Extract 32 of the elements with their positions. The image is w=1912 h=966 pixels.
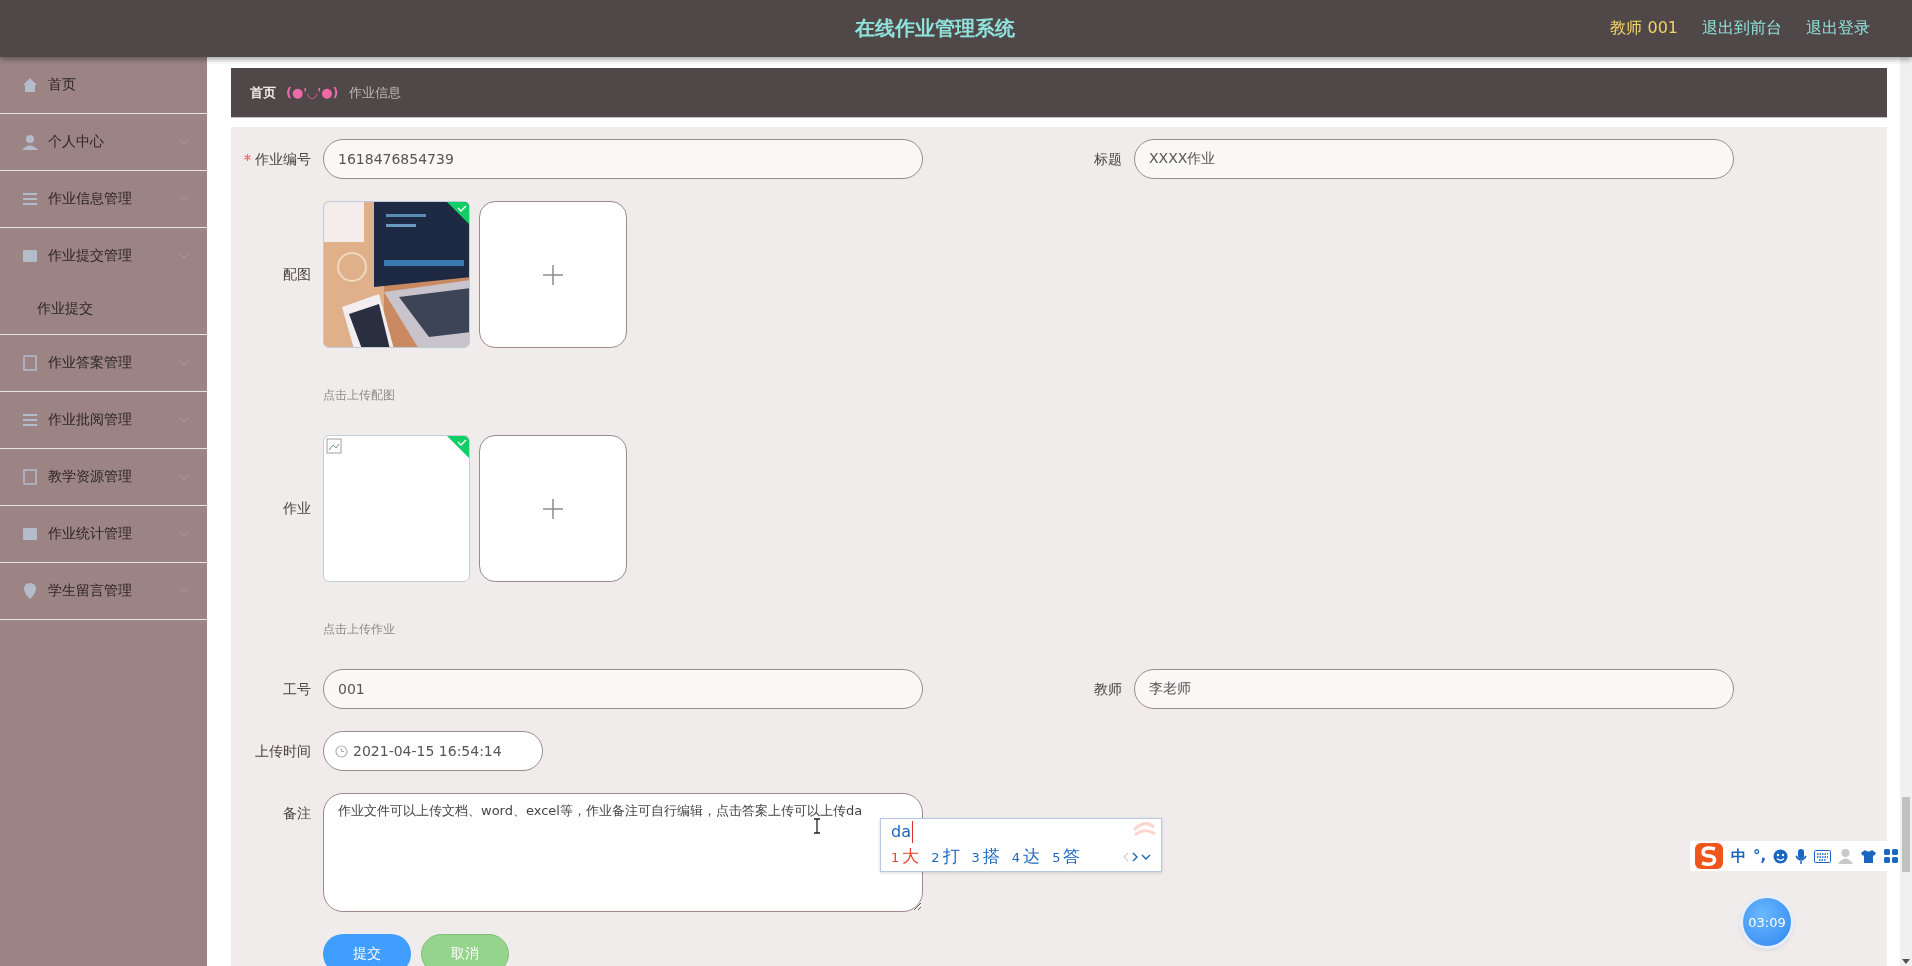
upload-hint: 点击上传作业 — [323, 622, 396, 636]
field-label: 教师 — [1094, 681, 1122, 697]
input-field[interactable]: XXXX作业 — [1134, 139, 1734, 179]
app-title: 在线作业管理系统 — [855, 16, 1015, 40]
ime-candidate[interactable]: 1 大 — [891, 843, 920, 871]
punctuation-mode[interactable]: °, — [1753, 847, 1767, 865]
field-label: 作业 — [283, 500, 311, 516]
field-label: 工号 — [283, 681, 311, 697]
ime-candidate[interactable]: 5 答 — [1052, 843, 1081, 871]
user-name: 教师 001 — [1610, 18, 1678, 39]
sidebar-item[interactable]: 作业提交管理 — [0, 228, 207, 284]
field-label: 标题 — [1094, 151, 1122, 167]
ime-candidate[interactable]: 3 搭 — [971, 843, 1000, 871]
header-link[interactable]: 退出登录 — [1806, 18, 1870, 39]
ime-candidate[interactable]: 2 打 — [931, 843, 960, 871]
input-field[interactable]: 李老师 — [1134, 669, 1734, 709]
breadcrumb-link[interactable]: 首页 — [250, 83, 276, 102]
input-mode[interactable]: 中 — [1731, 846, 1746, 866]
field-label: 作业编号 — [255, 151, 311, 167]
breadcrumb-current: 作业信息 — [348, 83, 401, 102]
field-label: 上传时间 — [255, 743, 311, 759]
header-link[interactable]: 退出到前台 — [1702, 18, 1782, 39]
input-field[interactable]: 1618476854739 — [323, 139, 923, 179]
ime-candidate[interactable]: 4 达 — [1011, 843, 1041, 871]
field-label: 配图 — [283, 266, 311, 282]
date-value[interactable]: 2021-04-15 16:54:14 — [353, 743, 533, 759]
field-label: 备注 — [283, 805, 311, 821]
date-picker[interactable]: 2021-04-15 16:54:14 — [323, 731, 543, 771]
input-field[interactable]: 001 — [323, 669, 923, 709]
upload-hint: 点击上传配图 — [323, 388, 396, 402]
ime-composition: da — [891, 821, 913, 843]
breadcrumb-separator: (●'◡'●) — [286, 85, 339, 100]
